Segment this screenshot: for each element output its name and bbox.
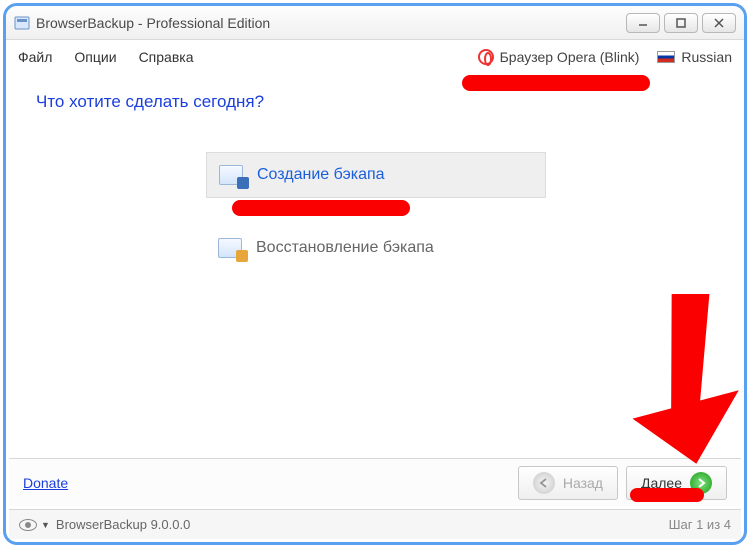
chevron-down-icon[interactable]: ▼ — [41, 520, 50, 530]
status-app-version: BrowserBackup 9.0.0.0 — [56, 517, 190, 532]
donate-link[interactable]: Donate — [23, 475, 68, 491]
annotation-highlight — [462, 75, 650, 91]
annotation-highlight — [630, 488, 704, 502]
browser-selector[interactable]: Браузер Opera (Blink) — [478, 49, 640, 65]
browser-label: Браузер Opera (Blink) — [500, 49, 640, 65]
menu-file[interactable]: Файл — [18, 49, 52, 65]
back-button: Назад — [518, 466, 618, 500]
option-label: Восстановление бэкапа — [256, 239, 434, 257]
language-label: Russian — [681, 49, 732, 65]
arrow-left-icon — [533, 472, 555, 494]
create-backup-icon — [219, 163, 247, 187]
option-create-backup[interactable]: Создание бэкапа — [206, 152, 546, 198]
menu-help[interactable]: Справка — [139, 49, 194, 65]
titlebar: BrowserBackup - Professional Edition — [6, 6, 744, 40]
opera-icon — [478, 49, 494, 65]
eye-icon[interactable] — [19, 519, 37, 531]
window-title: BrowserBackup - Professional Edition — [36, 15, 270, 31]
flag-russia-icon — [657, 51, 675, 63]
restore-backup-icon — [218, 236, 246, 260]
annotation-highlight — [232, 200, 410, 216]
statusbar: ▼ BrowserBackup 9.0.0.0 Шаг 1 из 4 — [9, 509, 741, 539]
app-icon — [14, 15, 30, 31]
option-label: Создание бэкапа — [257, 166, 385, 184]
main-panel: Что хотите сделать сегодня? Создание бэк… — [6, 74, 744, 454]
minimize-button[interactable] — [626, 13, 660, 33]
maximize-button[interactable] — [664, 13, 698, 33]
close-button[interactable] — [702, 13, 736, 33]
option-restore-backup[interactable]: Восстановление бэкапа — [206, 226, 546, 270]
language-selector[interactable]: Russian — [657, 49, 732, 65]
menu-options[interactable]: Опции — [74, 49, 116, 65]
step-indicator: Шаг 1 из 4 — [669, 517, 731, 532]
page-heading: Что хотите сделать сегодня? — [36, 92, 724, 112]
back-label: Назад — [563, 475, 603, 491]
menubar: Файл Опции Справка Браузер Opera (Blink)… — [6, 40, 744, 74]
